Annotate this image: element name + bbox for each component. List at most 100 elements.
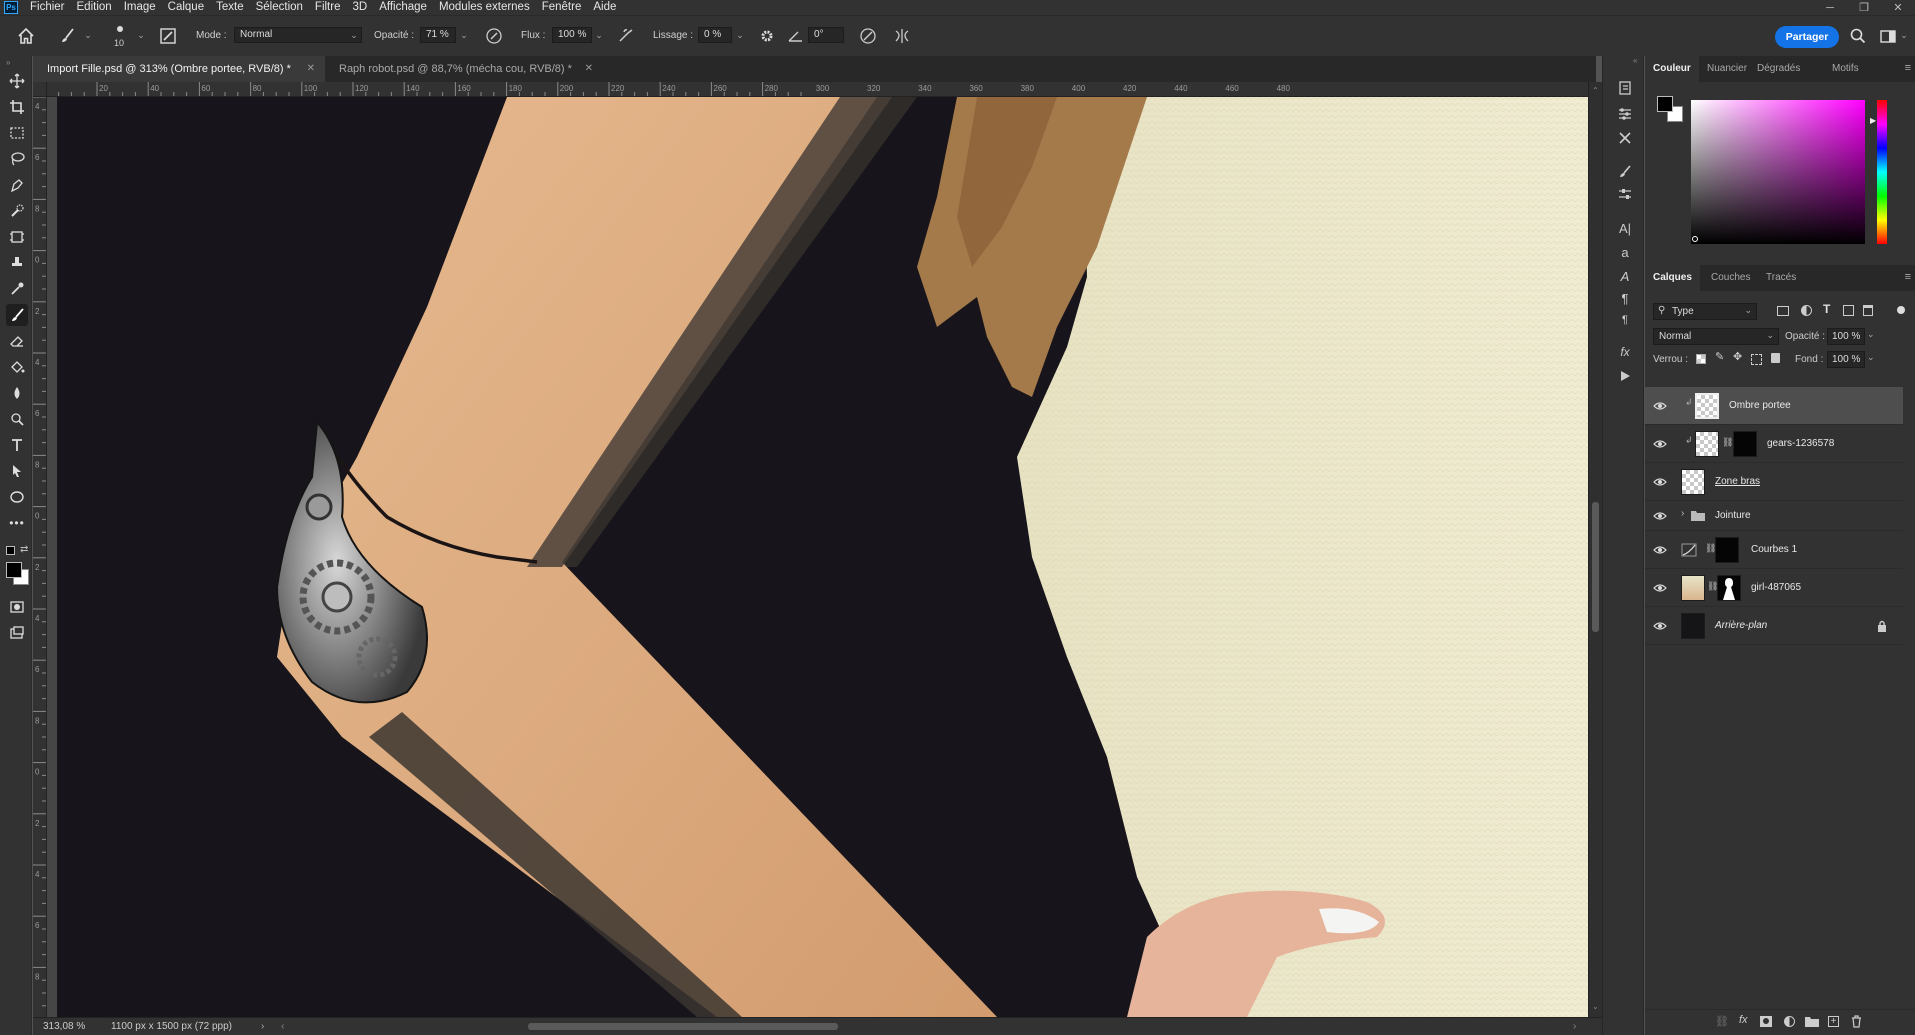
chevron-down-icon[interactable]: ⌄ <box>593 27 605 43</box>
lock-pixels-icon[interactable]: ✎ <box>1715 350 1724 363</box>
paragraph-icon[interactable]: ¶ <box>1615 288 1635 308</box>
layer-courbes-1[interactable]: ⛓ Courbes 1 <box>1645 531 1903 569</box>
menu-filtre[interactable]: Filtre <box>309 0 347 15</box>
scroll-right-icon[interactable]: › <box>1573 1018 1576 1035</box>
tab-traces[interactable]: Tracés <box>1766 265 1796 291</box>
move-tool-icon[interactable] <box>6 70 28 92</box>
angle-icon[interactable] <box>786 26 806 46</box>
smoothing-field[interactable]: 0 % <box>698 27 732 43</box>
stamp-tool-icon[interactable] <box>6 252 28 274</box>
brush-settings-panel-icon[interactable] <box>1615 162 1635 182</box>
crop-tool-icon[interactable] <box>6 96 28 118</box>
layer-mask-thumbnail[interactable] <box>1717 575 1741 601</box>
vertical-scroll-thumb[interactable] <box>1592 502 1599 632</box>
home-icon[interactable] <box>16 26 36 46</box>
search-icon[interactable] <box>1848 26 1868 46</box>
filter-smart-object-icon[interactable] <box>1863 305 1873 316</box>
lock-all-icon[interactable] <box>1771 353 1780 363</box>
layer-filter-select[interactable]: ⚲ Type ⌄ <box>1653 303 1757 320</box>
pressure-opacity-icon[interactable] <box>484 26 504 46</box>
play-actions-icon[interactable] <box>1615 366 1635 386</box>
tab-degrades[interactable]: Dégradés <box>1757 56 1800 82</box>
menu-selection[interactable]: Sélection <box>250 0 309 15</box>
color-field[interactable] <box>1691 100 1865 244</box>
tab-import-fille[interactable]: Import Fille.psd @ 313% (Ombre portee, R… <box>33 56 325 82</box>
chevron-down-icon[interactable]: ⌄ <box>458 27 470 43</box>
brush-tool-icon[interactable] <box>6 304 28 326</box>
lock-artboard-icon[interactable] <box>1751 354 1762 365</box>
tab-couleur[interactable]: Couleur <box>1645 56 1699 82</box>
paint-bucket-icon[interactable] <box>6 356 28 378</box>
tab-motifs[interactable]: Motifs <box>1832 56 1859 82</box>
lock-transparency-icon[interactable] <box>1696 354 1706 364</box>
close-tab-icon[interactable]: ✕ <box>585 56 593 82</box>
eye-icon[interactable] <box>1653 543 1667 557</box>
glyphs-icon[interactable]: A <box>1615 266 1635 286</box>
angle-field[interactable]: 0° <box>808 27 844 43</box>
layer-ombre-portee[interactable]: ↲ Ombre portee <box>1645 387 1903 425</box>
character-icon[interactable]: A| <box>1615 218 1635 238</box>
vertical-ruler[interactable]: 4 6 8 0 2 4 6 8 0 2 4 6 8 0 2 4 6 8 <box>33 97 47 1017</box>
menu-image[interactable]: Image <box>118 0 162 15</box>
menu-fenetre[interactable]: Fenêtre <box>536 0 588 15</box>
lasso-tool-icon[interactable] <box>6 148 28 170</box>
eye-icon[interactable] <box>1653 399 1667 413</box>
eye-icon[interactable] <box>1653 581 1667 595</box>
close-tab-icon[interactable]: ✕ <box>307 56 315 82</box>
chevron-down-icon[interactable]: ⌄ <box>348 27 360 43</box>
workspace-icon[interactable] <box>1878 26 1898 46</box>
brushes-icon[interactable] <box>1615 184 1635 204</box>
tab-raph-robot[interactable]: Raph robot.psd @ 88,7% (mécha cou, RVB/8… <box>325 56 603 82</box>
eye-icon[interactable] <box>1653 509 1667 523</box>
scroll-left-icon[interactable]: ‹ <box>281 1018 284 1035</box>
filter-adjustment-icon[interactable] <box>1801 305 1812 316</box>
hue-slider-handle[interactable]: ▶ <box>1870 116 1876 125</box>
photoshop-logo[interactable]: Ps <box>4 1 18 14</box>
opacity-field[interactable]: 71 % <box>420 27 456 43</box>
eye-icon[interactable] <box>1653 475 1667 489</box>
eraser-tool-icon[interactable] <box>6 330 28 352</box>
airbrush-icon[interactable] <box>616 26 636 46</box>
horizontal-scroll-thumb[interactable] <box>528 1023 838 1030</box>
share-button[interactable]: Partager <box>1775 26 1839 48</box>
close-icon[interactable]: ✕ <box>1881 0 1915 15</box>
color-picker-cursor[interactable] <box>1692 236 1698 242</box>
menu-texte[interactable]: Texte <box>210 0 250 15</box>
vertical-scrollbar[interactable]: ⌃ ⌄ <box>1588 82 1602 1017</box>
character-styles-icon[interactable]: a <box>1615 242 1635 262</box>
quick-mask-icon[interactable] <box>6 596 28 618</box>
filter-shape-icon[interactable] <box>1843 305 1854 316</box>
pressure-size-icon[interactable] <box>858 26 878 46</box>
menu-3d[interactable]: 3D <box>346 0 373 15</box>
more-tools-icon[interactable]: ••• <box>6 512 28 534</box>
chevron-down-icon[interactable]: ⌄ <box>1867 329 1875 340</box>
layer-group-jointure[interactable]: › Jointure <box>1645 501 1903 531</box>
eye-icon[interactable] <box>1653 619 1667 633</box>
eye-icon[interactable] <box>1653 437 1667 451</box>
eyedropper-tool-icon[interactable] <box>6 278 28 300</box>
mode-select[interactable]: Normal <box>234 27 362 43</box>
fill-field[interactable]: 100 % <box>1827 351 1865 368</box>
marquee-tool-icon[interactable] <box>6 122 28 144</box>
pen-tool-icon[interactable] <box>6 174 28 196</box>
layer-girl[interactable]: ⛓ girl-487065 <box>1645 569 1903 607</box>
panel-menu-icon[interactable]: ≡ <box>1905 265 1911 289</box>
menu-edition[interactable]: Edition <box>71 0 118 15</box>
fx-icon[interactable]: fx <box>1739 1014 1748 1026</box>
symmetry-icon[interactable] <box>892 26 912 46</box>
new-group-icon[interactable] <box>1805 1016 1819 1027</box>
layer-gears[interactable]: ↲ ⛓ gears-1236578 <box>1645 425 1903 463</box>
hue-slider[interactable] <box>1877 100 1887 244</box>
default-colors-icon[interactable] <box>6 546 15 555</box>
chevron-down-icon[interactable]: ⌄ <box>82 27 94 43</box>
tools-preset-icon[interactable] <box>1615 128 1635 148</box>
collapse-dock-icon[interactable]: « <box>1633 56 1637 65</box>
swap-colors-icon[interactable]: ⇄ <box>20 544 28 555</box>
chevron-down-icon[interactable]: ⌄ <box>734 27 746 43</box>
panel-menu-icon[interactable]: ≡ <box>1905 56 1911 80</box>
foreground-color-swatch[interactable] <box>6 562 22 578</box>
document-canvas[interactable] <box>57 97 1588 1017</box>
dodge-tool-icon[interactable] <box>6 408 28 430</box>
history-icon[interactable] <box>1615 78 1635 98</box>
link-icon[interactable]: ⛓ <box>1722 437 1733 448</box>
